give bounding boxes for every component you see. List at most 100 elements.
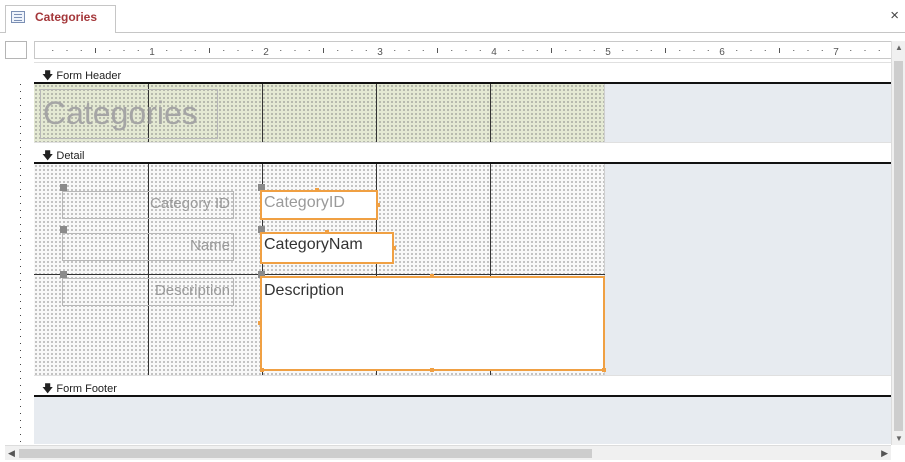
scroll-down-icon[interactable]: ▼ [895,434,903,443]
vertical-ruler-tick [20,350,21,351]
ruler-tick [451,50,453,51]
scroll-right-icon[interactable]: ▶ [881,448,888,459]
form-selector[interactable] [5,41,27,59]
vertical-ruler-tick [20,329,21,330]
horizontal-ruler[interactable]: 1 2 3 4 5 6 7 [34,41,892,59]
ruler-tick [180,50,182,51]
ruler-tick [779,48,780,53]
ruler-tick [365,50,367,51]
vertical-ruler-tick [20,238,21,239]
detail-grid[interactable]: Category ID CategoryID Name CategoryNam … [34,164,606,375]
vertical-ruler-tick [20,147,21,148]
ruler-tick [750,50,752,51]
vertical-ruler-tick [20,280,21,281]
vertical-ruler-tick [20,273,21,274]
ruler-tick [80,50,82,51]
scroll-left-icon[interactable]: ◀ [8,448,15,459]
ruler-tick [508,50,510,51]
ruler-tick [650,50,652,51]
vertical-ruler-tick [20,168,21,169]
ruler-tick [194,50,196,51]
horizontal-scrollbar[interactable]: ◀ ▶ [5,445,891,460]
ruler-tick [764,50,766,51]
vertical-ruler-tick [20,210,21,211]
vertical-ruler-tick [20,161,21,162]
vertical-ruler-tick [20,385,21,386]
scroll-up-icon[interactable]: ▲ [895,43,903,52]
vertical-scrollbar[interactable]: ▲ ▼ [891,41,905,445]
ruler-tick [465,50,467,51]
vertical-ruler-tick [20,133,21,134]
vertical-ruler-tick [20,301,21,302]
ruler-tick [679,50,681,51]
ruler-number: 1 [149,47,155,58]
ruler-tick [166,50,168,51]
vertical-ruler-tick [20,224,21,225]
ruler-tick [636,50,638,51]
header-title-label[interactable]: Categories [40,89,218,139]
vertical-ruler-tick [20,217,21,218]
textbox-category-name[interactable]: CategoryNam [260,232,394,264]
vertical-ruler-tick [20,105,21,106]
ruler-tick [565,50,567,51]
vertical-ruler-tick [20,266,21,267]
move-handle[interactable] [60,184,67,191]
section-bar-detail[interactable]: 🡇 Detail [34,142,891,164]
ruler-tick [422,50,424,51]
ruler-tick [536,50,538,51]
vertical-ruler[interactable] [16,84,27,444]
vertical-ruler-tick [20,182,21,183]
move-handle[interactable] [60,271,67,278]
ruler-tick [437,48,438,53]
ruler-tick [109,50,111,51]
vertical-ruler-tick [20,140,21,141]
label-name[interactable]: Name [62,233,234,261]
vertical-ruler-tick [20,434,21,435]
ruler-tick [622,50,624,51]
vertical-ruler-tick [20,196,21,197]
vertical-scroll-thumb[interactable] [894,61,903,431]
vertical-ruler-tick [20,112,21,113]
form-header-grid[interactable]: Categories [34,84,605,142]
vertical-ruler-tick [20,392,21,393]
form-icon [11,11,25,23]
vertical-ruler-tick [20,119,21,120]
vertical-ruler-tick [20,371,21,372]
vertical-ruler-tick [20,91,21,92]
close-icon[interactable]: × [890,8,899,23]
vertical-ruler-tick [20,357,21,358]
vertical-ruler-tick [20,364,21,365]
ruler-tick [850,50,852,51]
move-handle[interactable] [60,226,67,233]
ruler-tick [593,50,595,51]
ruler-number: 4 [491,47,497,58]
ruler-tick [878,50,880,51]
ruler-tick [308,50,310,51]
ruler-tick [793,50,795,51]
ruler-tick [323,48,324,53]
ruler-tick [351,50,353,51]
ruler-tick [294,50,296,51]
ruler-tick [479,50,481,51]
label-category-id[interactable]: Category ID [62,191,234,219]
section-bar-form-header[interactable]: 🡇 Form Header [34,62,891,84]
ruler-tick [337,50,339,51]
label-description[interactable]: Description [62,278,234,306]
textbox-description[interactable]: Description [260,276,605,371]
vertical-ruler-tick [20,126,21,127]
ruler-tick [665,48,666,53]
ruler-tick [807,50,809,51]
ruler-tick [137,50,139,51]
ruler-tick [95,48,96,53]
vertical-ruler-tick [20,413,21,414]
design-surface: 🡇 Form Header Categories 🡇 Detail Catego… [34,62,891,444]
vertical-ruler-tick [20,308,21,309]
ruler-number: 2 [263,47,269,58]
section-bar-form-footer[interactable]: 🡇 Form Footer [34,375,891,397]
horizontal-scroll-thumb[interactable] [19,449,592,458]
document-tab-bar: Categories × [0,0,905,33]
textbox-category-id[interactable]: CategoryID [260,190,378,220]
document-tab[interactable]: Categories [5,5,116,33]
vertical-ruler-tick [20,175,21,176]
ruler-tick [736,50,738,51]
